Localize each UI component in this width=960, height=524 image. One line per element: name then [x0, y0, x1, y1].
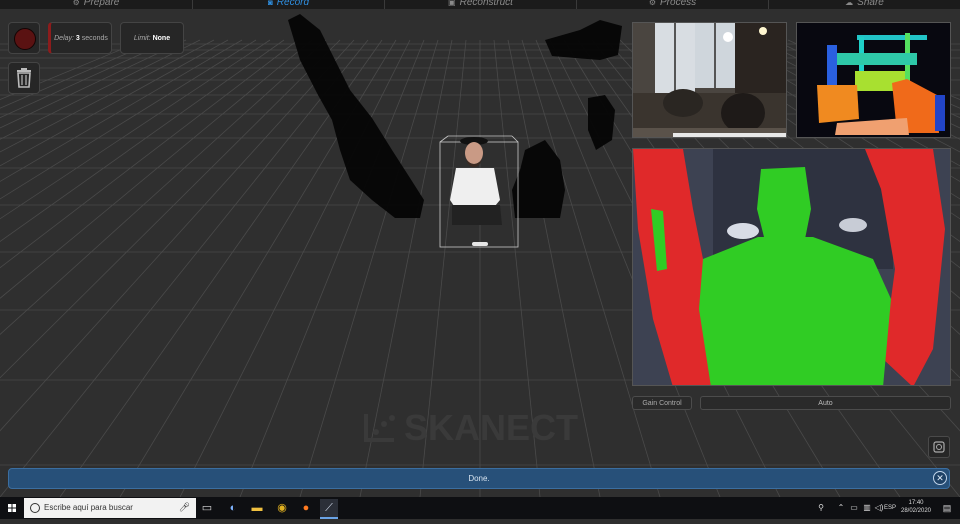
delay-unit: seconds: [81, 35, 108, 42]
tab-label: Reconstruct: [459, 0, 513, 8]
delay-label: Delay:: [54, 35, 74, 42]
logo-text: SKANECT: [404, 407, 579, 448]
windows-taskbar: Escribe aquí para buscar 🎤︎ ▭ ◐ ▬ ◉ ● ⟋ …: [0, 497, 960, 519]
record-icon: ◙: [267, 0, 273, 7]
point-cloud-wall-right: [545, 20, 622, 60]
process-icon: ⚙: [648, 0, 657, 7]
step-navigation-bar: ⚙ Prepare ◙ Record ▣ Reconstruct ⚙ Process ☁…: [0, 0, 960, 9]
3d-viewport[interactable]: ⚙ Prepare ◙ Record ▣ Reconstruct ⚙ Process ☁…: [0, 0, 960, 497]
tab-process[interactable]: ⚙ Process: [577, 0, 769, 9]
gear-icon: ⚙: [72, 0, 80, 7]
tab-record[interactable]: ◙ Record: [193, 0, 385, 9]
search-placeholder: Escribe aquí para buscar: [44, 503, 133, 512]
tab-prepare[interactable]: ⚙ Prepare: [0, 0, 193, 9]
gain-control-select[interactable]: Auto: [700, 396, 951, 410]
reconstruct-icon: ▣: [448, 0, 456, 7]
point-cloud-shadow: [512, 140, 565, 218]
delay-setting[interactable]: Delay: 3 seconds: [48, 22, 112, 54]
tab-reconstruct[interactable]: ▣ Reconstruct: [385, 0, 577, 9]
tab-label: Record: [276, 0, 310, 8]
windows-logo-icon: [8, 504, 16, 512]
firefox-icon[interactable]: ●: [297, 499, 315, 517]
tab-label: Process: [660, 0, 697, 8]
depth-camera-preview: [796, 22, 951, 138]
point-cloud-wall-left: [288, 14, 424, 218]
clock-time: 17:40: [908, 500, 924, 506]
file-explorer-icon[interactable]: ▬: [248, 499, 266, 517]
skanect-taskbar-icon[interactable]: ⟋: [320, 499, 338, 519]
clear-recording-button[interactable]: [8, 62, 40, 94]
skanect-logo-mark: [364, 414, 395, 442]
tab-label: Share: [857, 0, 884, 8]
record-button[interactable]: [8, 22, 40, 54]
scanned-subject: [450, 137, 502, 246]
chrome-icon[interactable]: ◉: [273, 499, 291, 517]
start-button[interactable]: [0, 497, 24, 519]
delay-value: 3: [75, 35, 80, 42]
rgb-camera-preview: [632, 22, 787, 138]
limit-setting[interactable]: Limit: None: [120, 22, 184, 54]
close-icon[interactable]: ✕: [933, 471, 947, 485]
share-icon: ☁: [845, 0, 854, 7]
taskbar-search[interactable]: Escribe aquí para buscar 🎤︎: [24, 498, 196, 518]
task-view-icon[interactable]: ▭: [198, 499, 216, 517]
gain-control-label: Gain Control: [632, 396, 692, 410]
point-cloud-column: [588, 95, 615, 150]
status-message: Done.: [468, 474, 490, 483]
people-icon[interactable]: ⚲: [812, 499, 830, 517]
snapshot-button[interactable]: [928, 436, 950, 458]
camera-icon: [933, 441, 945, 453]
clock-date: 28/02/2020: [900, 508, 932, 514]
microphone-icon[interactable]: 🎤︎: [179, 502, 190, 513]
status-bar: Done. ✕: [8, 468, 950, 489]
segmentation-preview: [632, 148, 951, 386]
cortana-icon: [30, 503, 40, 513]
notification-icon[interactable]: ▤: [938, 499, 956, 517]
tab-label: Prepare: [83, 0, 120, 8]
skanect-logo: SKANECT: [362, 406, 598, 448]
tab-share[interactable]: ☁ Share: [769, 0, 960, 9]
record-dot-icon: [14, 28, 36, 50]
trash-icon: [17, 68, 31, 88]
limit-value: None: [152, 35, 171, 42]
limit-label: Limit:: [133, 35, 151, 42]
taskbar-clock[interactable]: 17:40 28/02/2020: [896, 499, 936, 515]
edge-browser-icon[interactable]: ◐: [224, 499, 242, 517]
